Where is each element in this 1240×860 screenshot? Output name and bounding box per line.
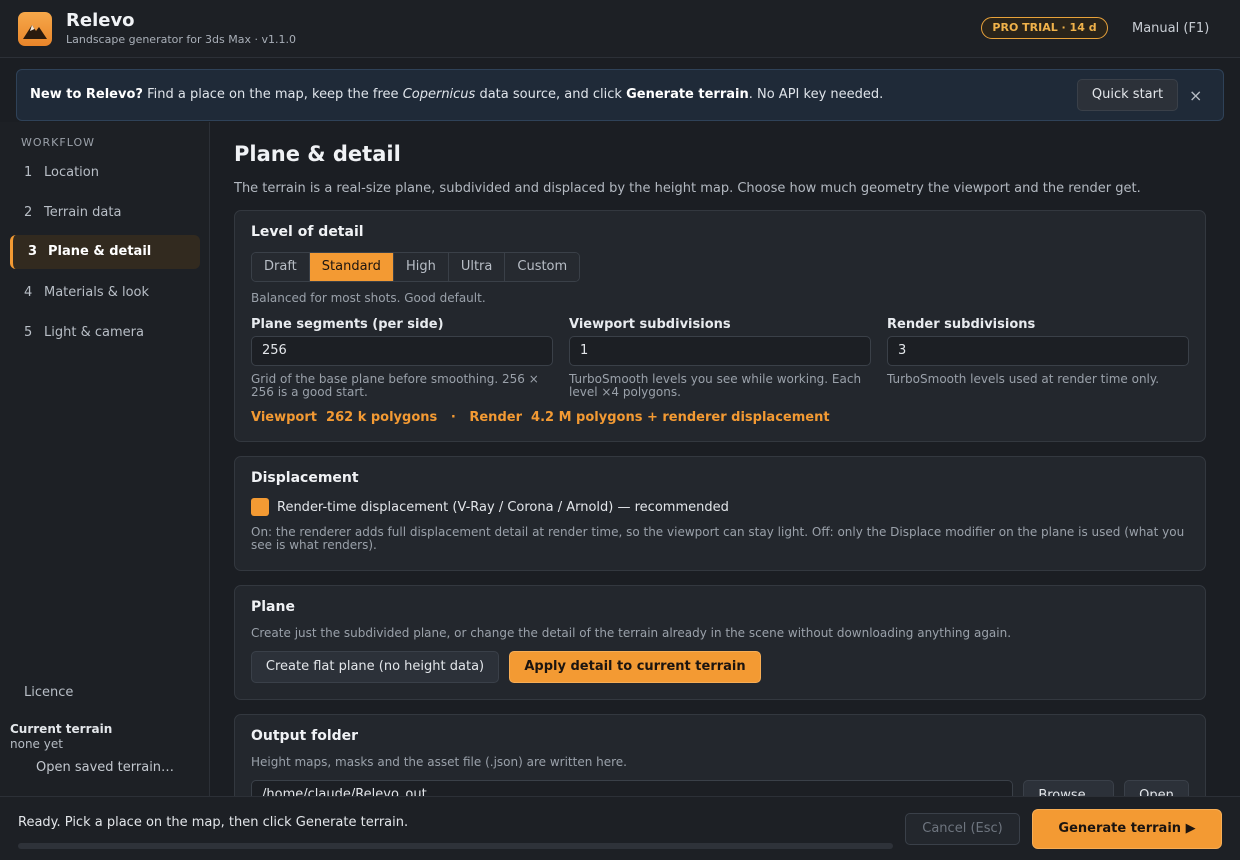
lod-option-draft[interactable]: Draft <box>252 253 310 281</box>
output-folder-card: Output folder Height maps, masks and the… <box>234 714 1206 796</box>
app-name: Relevo <box>66 10 135 31</box>
main-content: Plane & detail The terrain is a real-siz… <box>211 122 1240 796</box>
lod-option-custom[interactable]: Custom <box>505 253 580 281</box>
apply-detail-button[interactable]: Apply detail to current terrain <box>509 651 761 683</box>
plane-segments-label: Plane segments (per side) <box>251 317 444 332</box>
render-polygons: Render 4.2 M polygons + renderer displac… <box>469 410 830 425</box>
render-displacement-label[interactable]: Render-time displacement (V-Ray / Corona… <box>277 500 729 515</box>
app-subtitle: Landscape generator for 3ds Max · v1.1.0 <box>66 33 296 46</box>
generate-terrain-button[interactable]: Generate terrain ▶ <box>1032 809 1222 849</box>
render-subdiv-label: Render subdivisions <box>887 317 1036 332</box>
workflow-label: WORKFLOW <box>21 136 95 149</box>
open-saved-terrain-link[interactable]: Open saved terrain… <box>36 760 174 775</box>
plane-hint: Create just the subdivided plane, or cha… <box>251 626 1012 640</box>
viewport-subdiv-hint: TurboSmooth levels you see while working… <box>569 372 862 399</box>
lod-card: Level of detail Draft Standard High Ultr… <box>234 210 1206 442</box>
lod-segmented-control: Draft Standard High Ultra Custom <box>251 252 581 282</box>
render-subdiv-input[interactable]: 3 <box>887 336 1189 366</box>
trial-badge: PRO TRIAL · 14 d <box>981 17 1108 39</box>
open-folder-button[interactable]: Open <box>1124 780 1189 796</box>
banner-text: New to Relevo? Find a place on the map, … <box>30 87 884 102</box>
page-title: Plane & detail <box>234 142 401 166</box>
plane-segments-hint: Grid of the base plane before smoothing.… <box>251 372 539 399</box>
sidebar-item-light-camera[interactable]: 5 Light & camera <box>10 316 200 350</box>
displacement-card: Displacement Render-time displacement (V… <box>234 456 1206 571</box>
lod-option-ultra[interactable]: Ultra <box>448 253 506 281</box>
mountain-icon <box>18 12 52 46</box>
viewport-subdiv-input[interactable]: 1 <box>569 336 871 366</box>
summary-separator: · <box>437 410 470 425</box>
output-folder-hint: Height maps, masks and the asset file (.… <box>251 755 627 769</box>
lod-option-high[interactable]: High <box>393 253 449 281</box>
quick-start-button[interactable]: Quick start <box>1077 79 1178 111</box>
render-subdiv-hint: TurboSmooth levels used at render time o… <box>887 372 1160 386</box>
output-folder-title: Output folder <box>251 728 359 744</box>
lod-title: Level of detail <box>251 224 364 240</box>
plane-segments-input[interactable]: 256 <box>251 336 553 366</box>
close-icon[interactable]: × <box>1189 86 1202 105</box>
viewport-polygons: Viewport 262 k polygons <box>251 410 438 425</box>
sidebar-item-terrain-data[interactable]: 2 Terrain data <box>10 196 200 230</box>
render-displacement-checkbox[interactable] <box>251 498 269 516</box>
progress-bar <box>18 843 893 849</box>
viewport-subdiv-label: Viewport subdivisions <box>569 317 731 332</box>
cancel-button[interactable]: Cancel (Esc) <box>905 813 1020 845</box>
lod-option-standard[interactable]: Standard <box>309 253 394 281</box>
current-terrain-value: none yet <box>10 737 63 751</box>
page-description: The terrain is a real-size plane, subdiv… <box>234 181 1141 196</box>
welcome-banner: New to Relevo? Find a place on the map, … <box>16 69 1224 121</box>
plane-card: Plane Create just the subdivided plane, … <box>234 585 1206 700</box>
licence-link[interactable]: Licence <box>24 685 73 700</box>
status-text: Ready. Pick a place on the map, then cli… <box>18 815 409 830</box>
workflow-sidebar: WORKFLOW 1 Location 2 Terrain data 3 Plane … <box>0 122 210 796</box>
displacement-hint: On: the renderer adds full displacement … <box>251 525 1185 552</box>
app-header: Relevo Landscape generator for 3ds Max ·… <box>0 0 1240 58</box>
create-flat-plane-button[interactable]: Create flat plane (no height data) <box>251 651 499 683</box>
displacement-title: Displacement <box>251 470 359 486</box>
lod-hint: Balanced for most shots. Good default. <box>251 291 486 305</box>
sidebar-item-plane-detail[interactable]: 3 Plane & detail <box>10 235 200 269</box>
current-terrain-title: Current terrain <box>10 722 113 736</box>
sidebar-item-materials[interactable]: 4 Materials & look <box>10 276 200 310</box>
manual-link[interactable]: Manual (F1) <box>1132 21 1209 36</box>
output-path-input[interactable]: /home/claude/Relevo_out <box>251 780 1013 796</box>
plane-title: Plane <box>251 599 295 615</box>
browse-button[interactable]: Browse… <box>1023 780 1114 796</box>
polygon-summary: Viewport 262 k polygons · Render 4.2 M p… <box>251 410 830 425</box>
sidebar-item-location[interactable]: 1 Location <box>10 156 200 190</box>
status-footer: Ready. Pick a place on the map, then cli… <box>0 796 1240 860</box>
